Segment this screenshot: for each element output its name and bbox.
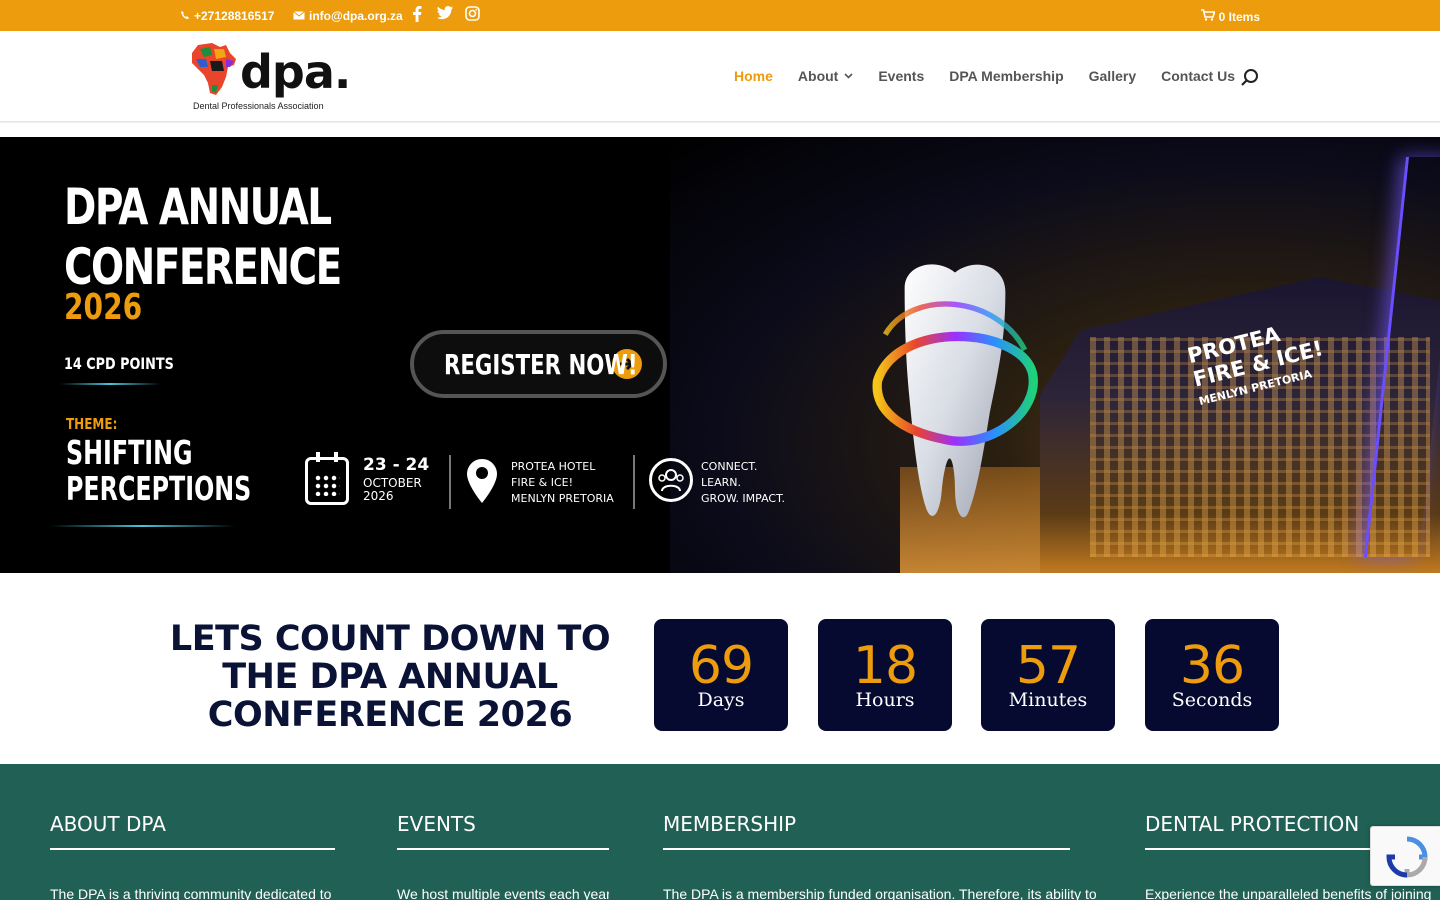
site-header: dpa. Dental Professionals Association Ho… (0, 31, 1440, 122)
event-dates: 23 - 24 (363, 455, 430, 475)
countdown-value: 36 (1179, 636, 1245, 696)
nav-home[interactable]: Home (734, 68, 773, 84)
cpd-points: 14 CPD POINTS (64, 354, 174, 373)
countdown-unit: Hours (855, 689, 915, 711)
footer-text: We host multiple events each year, to (397, 886, 609, 900)
email-address: info@dpa.org.za (309, 9, 403, 23)
phone-number: +27128816517 (194, 9, 275, 23)
venue-line3: MENLYN PRETORIA (511, 492, 614, 505)
countdown-value: 57 (1015, 636, 1081, 696)
logo-tagline: Dental Professionals Association (193, 101, 324, 111)
countdown-minutes: 57 Minutes (981, 619, 1115, 731)
footer-heading: ABOUT DPA (50, 812, 335, 850)
venue-line1: PROTEA HOTEL (511, 460, 596, 473)
countdown-hours: 18 Hours (818, 619, 952, 731)
site-logo[interactable]: dpa. Dental Professionals Association (190, 41, 351, 113)
hero-title-line1: DPA ANNUAL (64, 178, 332, 236)
footer-heading: DENTAL PROTECTION (1145, 812, 1385, 850)
recaptcha-badge[interactable] (1370, 826, 1440, 886)
chevron-down-icon (844, 71, 853, 82)
tagline-line1: CONNECT. (701, 460, 758, 473)
phone-icon (180, 9, 190, 23)
nav-events-label: Events (878, 68, 925, 84)
theme-line1: SHIFTING (66, 433, 193, 472)
footer-text: The DPA is a thriving community dedicate… (50, 886, 332, 900)
event-tagline: CONNECT. LEARN. GROW. IMPACT. (701, 459, 785, 507)
nav-events[interactable]: Events (878, 68, 924, 84)
venue-line2: FIRE & ICE! (511, 476, 574, 489)
countdown-value: 69 (688, 636, 754, 696)
cart-count: 0 Items (1218, 9, 1260, 24)
footer-dental-protection: DENTAL PROTECTION Experience the unparal… (1145, 812, 1431, 900)
countdown-value: 18 (852, 636, 918, 696)
register-label: REGISTER NOW! (444, 347, 638, 381)
recaptcha-icon (1386, 836, 1428, 878)
footer-text: Experience the unparalleled benefits of … (1145, 886, 1432, 900)
location-pin-icon (467, 459, 497, 503)
event-year: 2026 (363, 489, 394, 503)
envelope-icon (293, 9, 305, 23)
countdown-unit: Minutes (1008, 689, 1088, 711)
footer-about: ABOUT DPA The DPA is a thriving communit… (50, 812, 335, 900)
nav-contact-label: Contact Us (1161, 68, 1236, 84)
divider (60, 383, 160, 385)
email-link[interactable]: info@dpa.org.za (293, 9, 403, 23)
calendar-icon (305, 452, 349, 505)
site-footer: ABOUT DPA The DPA is a thriving communit… (0, 764, 1440, 900)
footer-membership: MEMBERSHIP The DPA is a membership funde… (663, 812, 1097, 900)
countdown-title: LETS COUNT DOWN TO THE DPA ANNUAL CONFER… (169, 619, 611, 735)
event-venue: PROTEA HOTEL FIRE & ICE! MENLYN PRETORIA (511, 459, 614, 507)
divider (633, 455, 635, 509)
phone-link[interactable]: +27128816517 (180, 9, 274, 23)
hero-title: DPA ANNUAL CONFERENCE (64, 177, 342, 297)
countdown-unit: Days (697, 689, 745, 711)
divider (50, 525, 235, 527)
africa-map-icon (192, 43, 236, 95)
instagram-icon[interactable] (465, 6, 480, 21)
register-now-button[interactable]: REGISTER NOW! (410, 330, 667, 398)
countdown-seconds: 36 Seconds (1145, 619, 1279, 731)
event-month-year: OCTOBER 2026 (363, 477, 422, 503)
nav-home-label: Home (734, 68, 773, 84)
hero-banner[interactable]: PROTEA FIRE & ICE! MENLYN PRETORIA DPA A… (0, 137, 1440, 573)
countdown-days: 69 Days (654, 619, 788, 731)
footer-heading: EVENTS (397, 812, 609, 850)
search-icon[interactable] (1240, 68, 1260, 88)
top-bar: +27128816517 info@dpa.org.za 0 Items (0, 0, 1440, 31)
tagline-line3: GROW. IMPACT. (701, 492, 786, 505)
logo-wordmark: dpa. (240, 45, 351, 99)
theme-label: THEME: (66, 415, 118, 433)
tagline-line2: LEARN. (701, 476, 741, 489)
theme-title: SHIFTING PERCEPTIONS (66, 435, 251, 507)
main-nav: Home About Events DPA Membership Gallery… (734, 68, 1260, 84)
cart-link[interactable]: 0 Items (1200, 9, 1260, 24)
footer-events: EVENTS We host multiple events each year… (397, 812, 609, 900)
nav-gallery-label: Gallery (1088, 68, 1137, 84)
divider (449, 455, 451, 509)
nav-membership-label: DPA Membership (949, 68, 1064, 84)
nav-about[interactable]: About (798, 68, 853, 84)
nav-membership[interactable]: DPA Membership (949, 68, 1063, 84)
nav-contact[interactable]: Contact Us (1161, 68, 1235, 84)
nav-gallery[interactable]: Gallery (1089, 68, 1136, 84)
people-group-icon (649, 458, 693, 502)
twitter-icon[interactable] (437, 6, 453, 20)
countdown-unit: Seconds (1171, 689, 1253, 711)
nav-about-label: About (797, 68, 839, 84)
cart-icon (1200, 9, 1216, 24)
footer-heading: MEMBERSHIP (663, 812, 1070, 850)
footer-text: The DPA is a membership funded organisat… (663, 886, 1097, 900)
hero-year: 2026 (64, 287, 143, 328)
facebook-icon[interactable] (412, 6, 422, 22)
tooth-illustration (872, 264, 1038, 518)
theme-line2: PERCEPTIONS (66, 469, 252, 508)
